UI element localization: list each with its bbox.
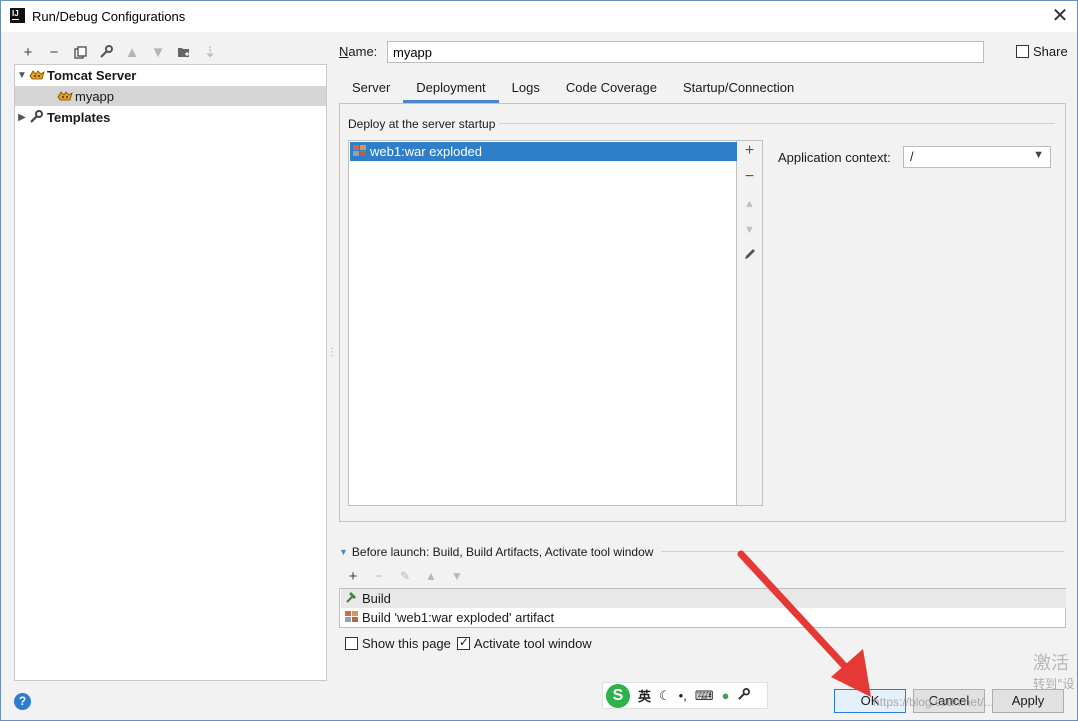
- tomcat-icon: [57, 89, 73, 103]
- close-icon[interactable]: ✕: [1049, 5, 1071, 27]
- activation-watermark-hint: 转到"设: [1033, 677, 1075, 691]
- chevron-right-icon[interactable]: ▶: [15, 112, 29, 123]
- checkbox-box[interactable]: [345, 637, 358, 650]
- artifact-icon: [352, 143, 370, 160]
- chevron-down-icon[interactable]: ▼: [339, 547, 348, 557]
- wrench-icon[interactable]: [93, 41, 119, 63]
- move-down-button[interactable]: ▼: [737, 224, 762, 246]
- splitter-handle[interactable]: ⋮: [327, 348, 337, 367]
- share-label: Share: [1033, 44, 1068, 59]
- remove-icon[interactable]: −: [366, 569, 392, 583]
- before-launch-title: Before launch: Build, Build Artifacts, A…: [351, 545, 654, 559]
- activation-watermark: 激活: [1033, 653, 1069, 674]
- add-icon[interactable]: +: [340, 568, 366, 585]
- list-item[interactable]: Build: [341, 589, 1066, 608]
- ime-toolbar: S 英 ☾ •, ⌨ ●: [602, 682, 768, 709]
- tree-item-templates[interactable]: ▶ Templates: [15, 107, 326, 127]
- before-launch-toolbar: + − ✎ ▲ ▼: [340, 566, 470, 586]
- chevron-down-icon: ▼: [1033, 149, 1044, 161]
- add-icon[interactable]: +: [15, 41, 41, 63]
- artifact-label: web1:war exploded: [370, 144, 483, 159]
- show-page-checkbox[interactable]: Show this page: [345, 636, 451, 651]
- move-down-icon[interactable]: ▼: [444, 569, 470, 583]
- before-launch-list: Build Build 'web1:war exploded' artifact: [339, 588, 1066, 628]
- ime-lang-toggle[interactable]: 英: [638, 686, 651, 705]
- tab-deployment[interactable]: Deployment: [403, 76, 499, 103]
- application-context-value: /: [910, 149, 914, 164]
- application-context-select[interactable]: / ▼: [903, 146, 1051, 168]
- pencil-icon[interactable]: ✎: [392, 569, 418, 583]
- activate-tool-window-checkbox[interactable]: Activate tool window: [456, 635, 592, 651]
- copy-icon[interactable]: [67, 41, 93, 63]
- name-input[interactable]: [387, 41, 984, 63]
- apply-button[interactable]: Apply: [992, 689, 1064, 713]
- artifact-list[interactable]: web1:war exploded: [348, 140, 737, 506]
- config-tabs: Server Deployment Logs Code Coverage Sta…: [339, 76, 807, 103]
- divider: [499, 123, 1055, 124]
- artifact-icon: [344, 609, 362, 626]
- moon-icon[interactable]: ☾: [659, 688, 671, 704]
- user-icon[interactable]: ●: [722, 688, 730, 703]
- task-label: Build: [362, 591, 391, 606]
- keyboard-icon[interactable]: ⌨: [695, 688, 714, 704]
- config-toolbar: + − ▲ ▼ ⇣: [15, 41, 325, 63]
- tab-server[interactable]: Server: [339, 76, 403, 103]
- tree-item-tomcat-server[interactable]: ▼ Tomcat Server: [15, 65, 326, 85]
- checkbox-box[interactable]: [456, 635, 470, 650]
- before-launch-header[interactable]: ▼ Before launch: Build, Build Artifacts,…: [339, 545, 653, 559]
- wrench-icon[interactable]: [737, 687, 751, 704]
- add-artifact-button[interactable]: +: [737, 142, 762, 164]
- launch-options: Show this page Activate tool window: [345, 635, 598, 651]
- tab-code-coverage[interactable]: Code Coverage: [553, 76, 670, 103]
- list-item[interactable]: Build 'web1:war exploded' artifact: [341, 608, 1066, 627]
- list-item[interactable]: web1:war exploded: [350, 142, 737, 161]
- window-title: Run/Debug Configurations: [32, 9, 186, 24]
- artifact-tools: + − ▲ ▼: [737, 140, 763, 506]
- move-down-icon[interactable]: ▼: [145, 41, 171, 63]
- activate-tool-label: Activate tool window: [473, 636, 592, 651]
- tree-item-myapp[interactable]: myapp: [15, 86, 326, 106]
- ime-logo-icon[interactable]: S: [606, 683, 630, 708]
- wrench-icon: [29, 110, 45, 124]
- application-context-label: Application context:: [778, 150, 891, 165]
- move-up-icon[interactable]: ▲: [418, 569, 444, 583]
- move-up-button[interactable]: ▲: [737, 198, 762, 220]
- punct-icon[interactable]: •,: [679, 688, 687, 703]
- remove-icon[interactable]: −: [41, 41, 67, 63]
- deploy-section-title: Deploy at the server startup: [348, 117, 496, 131]
- sort-icon[interactable]: ⇣: [197, 41, 223, 63]
- show-page-label: Show this page: [362, 636, 451, 651]
- remove-artifact-button[interactable]: −: [737, 168, 762, 190]
- tree-item-label: Templates: [47, 109, 111, 125]
- move-up-icon[interactable]: ▲: [119, 41, 145, 63]
- tab-logs[interactable]: Logs: [499, 76, 553, 103]
- title-bar: IJ Run/Debug Configurations ✕: [1, 1, 1077, 32]
- task-label: Build 'web1:war exploded' artifact: [362, 610, 555, 625]
- tree-item-label: myapp: [75, 88, 115, 104]
- tomcat-icon: [29, 68, 45, 82]
- name-label: Name:: [339, 44, 378, 59]
- divider: [661, 551, 1064, 552]
- help-icon[interactable]: ?: [14, 693, 31, 710]
- chevron-down-icon[interactable]: ▼: [15, 70, 29, 81]
- run-debug-dialog: IJ Run/Debug Configurations ✕ + − ▲ ▼ ⇣ …: [0, 0, 1078, 721]
- tree-item-label: Tomcat Server: [47, 67, 137, 83]
- tab-startup-connection[interactable]: Startup/Connection: [670, 76, 807, 103]
- url-watermark: https://blog.csdn.net/...: [873, 695, 994, 709]
- folder-icon[interactable]: [171, 41, 197, 63]
- checkbox-box[interactable]: [1016, 45, 1029, 58]
- hammer-icon: [344, 590, 362, 607]
- config-tree: ▼ Tomcat Server myapp ▶ Templates: [14, 64, 327, 681]
- intellij-icon: IJ: [10, 8, 25, 23]
- share-checkbox[interactable]: Share: [1016, 44, 1068, 59]
- pencil-icon[interactable]: [737, 247, 762, 269]
